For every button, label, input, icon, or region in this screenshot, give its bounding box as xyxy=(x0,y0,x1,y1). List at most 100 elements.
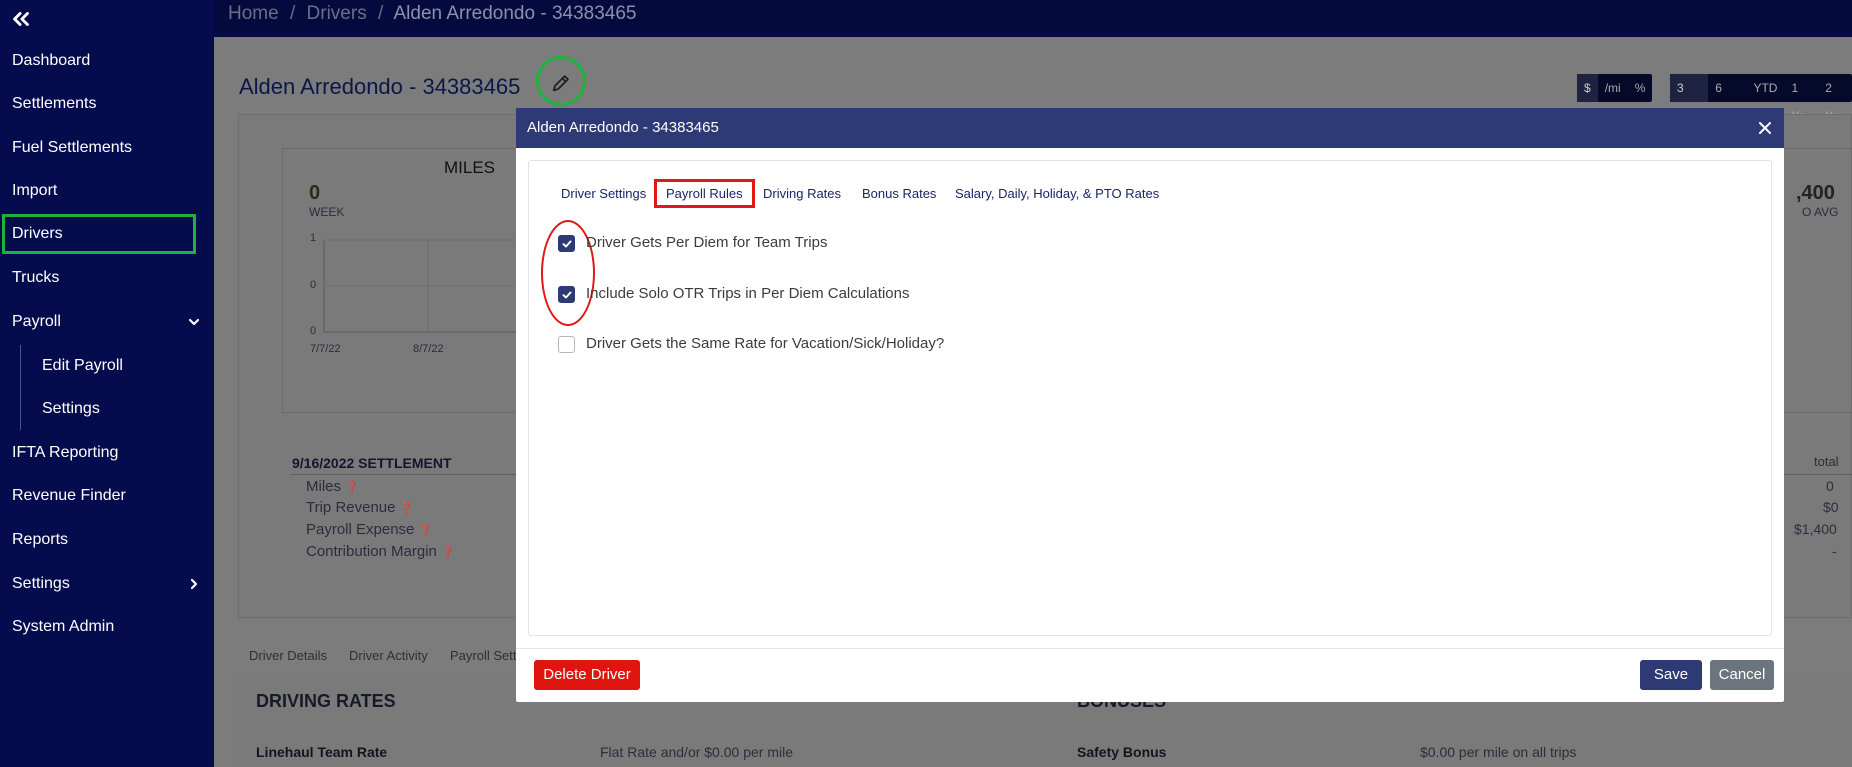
sidebar-item-payroll-settings[interactable]: Settings xyxy=(0,389,214,429)
tab-salary-daily-holiday-pto-rates[interactable]: Salary, Daily, Holiday, & PTO Rates xyxy=(955,186,1159,201)
tab-driver-settings[interactable]: Driver Settings xyxy=(561,186,646,201)
total-trip-revenue: $0 xyxy=(1823,499,1839,515)
per-diem-team-checkbox[interactable] xyxy=(558,235,575,252)
sidebar-item-label: Payroll xyxy=(12,313,61,330)
y-tick: 0 xyxy=(310,279,317,291)
avg-value: ,400 xyxy=(1796,182,1835,204)
sidebar-item-label: System Admin xyxy=(12,618,115,635)
help-icon[interactable]: ❓ xyxy=(345,482,359,494)
safety-value: $0.00 per mile on all trips xyxy=(1420,744,1577,760)
cancel-button[interactable]: Cancel xyxy=(1710,660,1774,690)
y-tick: 0 xyxy=(310,325,317,337)
week-value: 0 xyxy=(309,182,321,204)
total-label: total xyxy=(1814,454,1839,469)
help-icon[interactable]: ❓ xyxy=(419,525,433,537)
range-6mo-button[interactable]: 6 Mo xyxy=(1708,74,1746,123)
tab-bonus-rates[interactable]: Bonus Rates xyxy=(862,186,936,201)
unit-dollar-button[interactable]: $ xyxy=(1577,74,1598,102)
tab-driving-rates[interactable]: Driving Rates xyxy=(763,186,841,201)
modal-body xyxy=(528,160,1772,636)
sidebar-item-label: Drivers xyxy=(12,225,63,242)
sidebar-item-label: Edit Payroll xyxy=(42,357,123,374)
checkbox-row-same-rate-vacation[interactable]: Driver Gets the Same Rate for Vacation/S… xyxy=(558,335,978,355)
total-contribution-margin: - xyxy=(1832,543,1837,559)
tab-payroll-rules[interactable]: Payroll Rules xyxy=(654,179,755,208)
row-label: Contribution Margin xyxy=(306,543,437,560)
delete-driver-button[interactable]: Delete Driver xyxy=(534,660,640,690)
chevron-down-icon xyxy=(188,318,200,326)
sidebar-item-payroll[interactable]: Payroll xyxy=(0,302,214,342)
x-tick: 7/7/22 xyxy=(310,343,341,355)
per-diem-team-label: Driver Gets Per Diem for Team Trips xyxy=(586,234,828,251)
checkmark-icon xyxy=(562,240,572,248)
save-button[interactable]: Save xyxy=(1640,660,1702,690)
unit-per-mile-button[interactable]: /mi xyxy=(1598,74,1628,102)
breadcrumb-current: Alden Arredondo - 34383465 xyxy=(393,3,637,24)
row-label: Trip Revenue xyxy=(306,499,396,516)
modal-footer xyxy=(516,648,1784,702)
checkbox-row-per-diem-team[interactable]: Driver Gets Per Diem for Team Trips xyxy=(558,234,978,254)
sidebar-item-system-admin[interactable]: System Admin xyxy=(0,607,214,647)
sidebar-item-drivers[interactable]: Drivers xyxy=(2,214,196,254)
range-2yr-button[interactable]: 2 Yr xyxy=(1818,74,1852,123)
sidebar-item-label: Dashboard xyxy=(12,52,91,69)
tab-payroll-settings[interactable]: Payroll Setti xyxy=(450,648,519,663)
sidebar-item-settings[interactable]: Settings xyxy=(0,564,214,604)
breadcrumb-home[interactable]: Home xyxy=(228,3,279,24)
sidebar-item-import[interactable]: Import xyxy=(0,171,214,211)
sidebar-item-label: Fuel Settlements xyxy=(12,139,133,156)
sidebar-item-dashboard[interactable]: Dashboard xyxy=(0,41,214,81)
solo-otr-checkbox[interactable] xyxy=(558,286,575,303)
row-label: Payroll Expense xyxy=(306,521,415,538)
week-label: WEEK xyxy=(309,205,345,219)
settlement-title: 9/16/2022 SETTLEMENT xyxy=(292,455,452,471)
close-icon[interactable] xyxy=(1758,121,1772,135)
avg-label: O AVG xyxy=(1802,205,1839,219)
sidebar-item-label: IFTA Reporting xyxy=(12,444,119,461)
sidebar-item-label: Settlements xyxy=(12,95,97,112)
y-tick: 1 xyxy=(310,232,317,244)
sidebar-item-label: Settings xyxy=(42,400,100,417)
checkbox-row-solo-otr[interactable]: Include Solo OTR Trips in Per Diem Calcu… xyxy=(558,285,978,305)
x-tick: 8/7/22 xyxy=(413,343,444,355)
solo-otr-label: Include Solo OTR Trips in Per Diem Calcu… xyxy=(586,285,910,302)
same-rate-vacation-checkbox[interactable] xyxy=(558,336,575,353)
double-chevron-left-icon[interactable] xyxy=(10,8,32,30)
sidebar-item-fuel-settlements[interactable]: Fuel Settlements xyxy=(0,128,214,168)
unit-toggle: $ /mi % xyxy=(1577,74,1653,102)
modal-header: Alden Arredondo - 34383465 xyxy=(516,108,1784,148)
tab-driver-details[interactable]: Driver Details xyxy=(249,648,327,663)
modal-title: Alden Arredondo - 34383465 xyxy=(527,119,719,136)
sidebar-item-label: Trucks xyxy=(12,269,60,286)
same-rate-vacation-label: Driver Gets the Same Rate for Vacation/S… xyxy=(586,335,945,352)
range-ytd-button[interactable]: YTD xyxy=(1746,74,1784,102)
unit-percent-button[interactable]: % xyxy=(1628,74,1653,102)
sidebar-item-label: Reports xyxy=(12,531,69,548)
sidebar-item-ifta-reporting[interactable]: IFTA Reporting xyxy=(0,433,214,473)
breadcrumb-separator: / xyxy=(289,3,296,24)
page-title: Alden Arredondo - 34383465 xyxy=(239,74,521,99)
help-icon[interactable]: ❓ xyxy=(441,547,455,559)
row-label: Miles xyxy=(306,478,342,495)
range-3mo-button[interactable]: 3 Mo xyxy=(1670,74,1709,123)
sidebar-item-settlements[interactable]: Settlements xyxy=(0,84,214,124)
sidebar-item-reports[interactable]: Reports xyxy=(0,520,214,560)
range-1yr-button[interactable]: 1 Yr xyxy=(1784,74,1818,123)
miles-chart xyxy=(323,239,520,333)
sidebar-item-label: Import xyxy=(12,182,58,199)
breadcrumb-drivers[interactable]: Drivers xyxy=(307,3,367,24)
linehaul-value: Flat Rate and/or $0.00 per mile xyxy=(600,744,793,760)
sidebar-item-label: Revenue Finder xyxy=(12,487,126,504)
sidebar-item-trucks[interactable]: Trucks xyxy=(0,258,214,298)
sidebar-item-revenue-finder[interactable]: Revenue Finder xyxy=(0,476,214,516)
help-icon[interactable]: ❓ xyxy=(400,503,414,515)
sidebar-item-edit-payroll[interactable]: Edit Payroll xyxy=(0,346,214,386)
safety-label: Safety Bonus xyxy=(1077,744,1167,760)
checkmark-icon xyxy=(562,291,572,299)
driving-rates-title: DRIVING RATES xyxy=(256,691,396,711)
total-miles: 0 xyxy=(1826,478,1834,494)
range-toggle: 3 Mo 6 Mo YTD 1 Yr 2 Yr xyxy=(1670,74,1852,123)
tab-driver-activity[interactable]: Driver Activity xyxy=(349,648,428,663)
chevron-right-icon xyxy=(190,578,198,590)
pencil-icon[interactable] xyxy=(550,72,572,94)
